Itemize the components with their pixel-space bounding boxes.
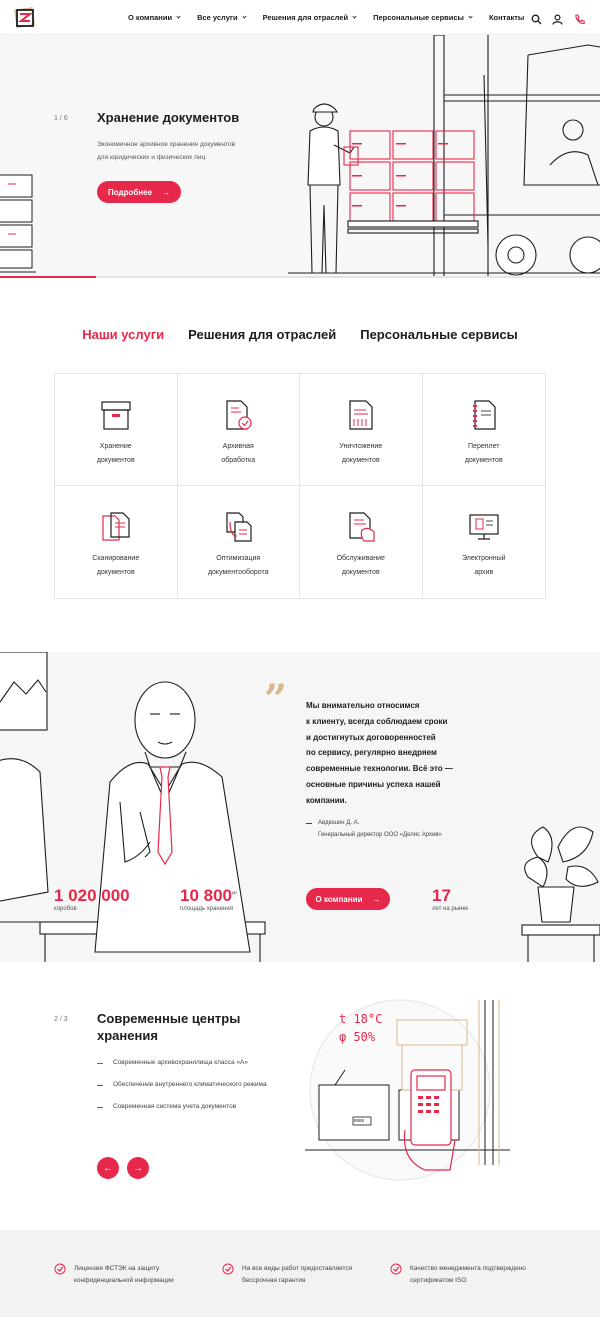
director-quote: Мы внимательно относимся к клиенту, всег… — [306, 701, 453, 805]
next-slide-button[interactable]: → — [127, 1157, 149, 1179]
stat-value-area: 10 800 — [180, 886, 232, 905]
stat-unit-area: м² — [232, 890, 238, 897]
list-item: Современная система учета документов — [97, 1101, 267, 1113]
humidity-readout: φ 50% — [339, 1030, 376, 1044]
box-label: 8869 — [354, 1118, 365, 1123]
prev-slide-button[interactable]: ← — [97, 1157, 119, 1179]
list-item: Современные архивохранилища класса «А» — [97, 1057, 267, 1069]
service-destruction[interactable]: Уничтожение документов — [300, 374, 423, 486]
centers-title: Современные центры хранения — [97, 1011, 241, 1043]
service-scanning[interactable]: Сканирование документов — [55, 486, 178, 598]
service-hand-icon — [349, 512, 375, 542]
hero-description: Экономичное архивное хранение документов… — [97, 141, 236, 161]
logo[interactable] — [13, 5, 37, 29]
scan-icon — [102, 512, 130, 541]
stat-value-boxes: 1 020 000 — [54, 886, 130, 905]
nav-contacts[interactable]: Контакты — [489, 13, 524, 22]
chevron-down-icon — [176, 14, 181, 19]
hero-boxes-left-illustration — [0, 174, 36, 273]
stat-label-years: лет на рынке — [432, 906, 469, 912]
director-illustration — [0, 652, 266, 962]
stat-label-boxes: коробов — [54, 906, 77, 912]
stat-label-area: площадь хранения — [180, 906, 233, 912]
binding-icon — [472, 400, 496, 430]
hero-progress-track — [0, 276, 600, 278]
stat-years: 17 лет на рынке — [432, 886, 468, 912]
stat-value-years: 17 — [432, 886, 451, 905]
user-icon[interactable] — [552, 12, 563, 30]
tab-our-services[interactable]: Наши услуги — [82, 327, 164, 342]
services-grid: Хранение документов Архивная обработка Уни… — [54, 373, 546, 599]
document-check-icon — [226, 400, 252, 430]
arrow-right-icon: → — [133, 1162, 143, 1174]
service-e-archive[interactable]: Электронный архив — [423, 486, 546, 598]
centers-bullets: Современные архивохранилища класса «А» О… — [97, 1057, 267, 1113]
service-storage[interactable]: Хранение документов — [55, 374, 178, 486]
search-icon[interactable] — [531, 12, 542, 30]
hero-warehouse-illustration — [288, 35, 600, 278]
list-item: Обеспечение внутреннего климатического р… — [97, 1079, 267, 1091]
about-section: ” Мы внимательно относимся к клиенту, вс… — [0, 652, 600, 962]
hero-slide-counter: 1 / 6 — [54, 115, 68, 122]
chevron-down-icon — [242, 14, 247, 19]
about-company-button[interactable]: О компании → — [306, 888, 390, 910]
archive-box-icon — [101, 401, 131, 430]
guarantee-item: Качество менеджмента подтверждено сертифи… — [390, 1263, 526, 1287]
nav-all-services[interactable]: Все услуги — [197, 13, 247, 22]
hero-title: Хранение документов — [97, 110, 240, 125]
hero-slider: 1 / 6 Хранение документов Экономичное ар… — [0, 35, 600, 278]
stat-area: 10 800м² площадь хранения — [180, 886, 237, 912]
chevron-down-icon — [352, 14, 357, 19]
hero-progress-fill — [0, 276, 96, 278]
hero-more-button[interactable]: Подробнее → — [97, 181, 181, 203]
workflow-icon — [226, 512, 252, 542]
checkmark-icon — [54, 1263, 66, 1275]
nav-industries[interactable]: Решения для отраслей — [263, 13, 357, 22]
temperature-readout: t 18°C — [339, 1012, 383, 1026]
tab-industries[interactable]: Решения для отраслей — [188, 327, 336, 342]
quote-author: Авдюшин Д. А. Генеральный директор ООО «… — [306, 817, 442, 841]
nav-about[interactable]: О компании — [128, 13, 181, 22]
service-workflow[interactable]: Оптимизация документооборота — [178, 486, 300, 598]
warehouse-circle-illustration — [305, 999, 510, 1181]
monitor-icon — [469, 514, 499, 540]
quote-mark-icon: ” — [264, 676, 288, 723]
services-tabs: Наши услуги Решения для отраслей Персона… — [0, 327, 600, 342]
arrow-left-icon: ← — [103, 1162, 113, 1174]
arrow-right-icon: → — [372, 894, 381, 904]
guarantee-item: На все виды работ предоставляется бессроч… — [222, 1263, 352, 1287]
nav-personal[interactable]: Персональные сервисы — [373, 13, 473, 22]
service-processing[interactable]: Архивная обработка — [177, 374, 300, 486]
guarantee-item: Лицензия ФСТЭК на защиту конфиденциальной… — [54, 1263, 174, 1287]
stat-boxes: 1 020 000 коробов — [54, 886, 130, 912]
centers-nav: ← → — [97, 1157, 149, 1179]
tab-personal[interactable]: Персональные сервисы — [360, 327, 518, 342]
shredder-icon — [349, 400, 373, 430]
service-binding[interactable]: Переплет документов — [422, 374, 545, 486]
checkmark-icon — [222, 1263, 234, 1275]
main-nav: О компании Все услуги Решения для отрасл… — [128, 13, 524, 22]
centers-illustration: t 18°C φ 50% 8869 — [305, 990, 520, 1190]
header: О компании Все услуги Решения для отрасл… — [0, 0, 600, 35]
chevron-down-icon — [468, 14, 473, 19]
service-maintenance[interactable]: Обслуживание документов — [300, 486, 423, 598]
phone-icon[interactable] — [574, 12, 585, 30]
centers-slide-counter: 2 / 3 — [54, 1016, 68, 1023]
checkmark-icon — [390, 1263, 402, 1275]
plant-illustration — [521, 826, 600, 962]
guarantees-strip: Лицензия ФСТЭК на защиту конфиденциальной… — [0, 1230, 600, 1317]
arrow-right-icon: → — [162, 187, 171, 197]
